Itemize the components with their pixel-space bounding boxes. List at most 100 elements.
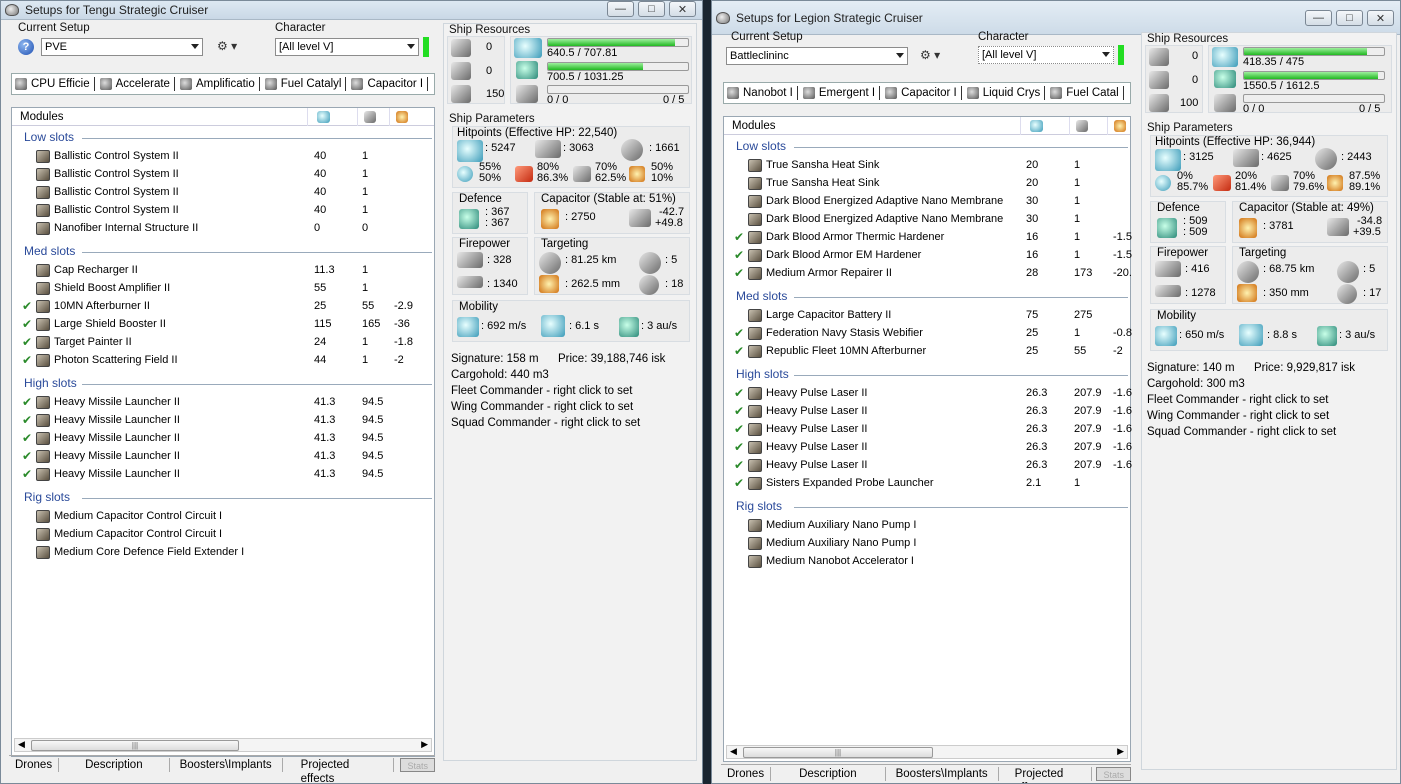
power-column-icon[interactable] — [1076, 120, 1088, 132]
tab-subsystem-4[interactable]: Fuel Catalyl — [262, 77, 347, 91]
module-row[interactable]: ✔ Medium Armor Repairer II 28 173 -20. — [734, 265, 1132, 283]
title-bar[interactable]: Setups for Legion Strategic Cruiser — □ … — [712, 1, 1400, 35]
check-icon[interactable]: ✔ — [22, 335, 34, 349]
tab-subsystem-3[interactable]: Capacitor I — [882, 86, 962, 100]
check-icon[interactable]: ✔ — [734, 476, 746, 490]
module-row[interactable]: Medium Auxiliary Nano Pump I — [734, 517, 1129, 535]
module-row[interactable]: Large Capacitor Battery II 75 275 — [734, 307, 1129, 325]
scrollbar-thumb[interactable]: ||| — [743, 747, 933, 758]
maximize-button[interactable]: □ — [638, 1, 665, 17]
scroll-left-icon[interactable]: ◀ — [730, 746, 737, 757]
module-row[interactable]: ✔ Target Painter II 24 1 -1.8 — [22, 334, 417, 352]
check-icon[interactable]: ✔ — [734, 326, 746, 340]
tab-stats[interactable]: Stats — [1096, 766, 1131, 781]
check-icon[interactable]: ✔ — [734, 248, 746, 262]
check-icon[interactable]: ✔ — [734, 458, 746, 472]
module-row[interactable]: ✔ Heavy Pulse Laser II 26.3 207.9 -1.6 — [734, 385, 1132, 403]
tab-subsystem-2[interactable]: Emergent I — [800, 86, 881, 100]
setup-select[interactable]: Battleclininc — [726, 47, 908, 65]
module-row[interactable]: Medium Core Defence Field Extender I — [22, 544, 417, 562]
check-icon[interactable]: ✔ — [734, 266, 746, 280]
wing-commander-slot[interactable]: Wing Commander - right click to set — [451, 401, 633, 413]
tab-projected-effects[interactable]: Projected effects — [999, 766, 1093, 783]
power-column-icon[interactable] — [364, 111, 376, 123]
tab-subsystem-1[interactable]: CPU Efficie — [12, 77, 95, 91]
tab-subsystem-3[interactable]: Amplificatio — [177, 77, 260, 91]
scroll-left-icon[interactable]: ◀ — [18, 739, 25, 750]
module-row[interactable]: Cap Recharger II 11.3 1 — [22, 262, 417, 280]
check-icon[interactable]: ✔ — [734, 440, 746, 454]
scroll-right-icon[interactable]: ▶ — [1117, 746, 1124, 757]
modules-column-header[interactable]: Modules — [732, 120, 775, 132]
check-icon[interactable]: ✔ — [734, 404, 746, 418]
close-button[interactable]: ✕ — [1367, 10, 1394, 26]
module-row[interactable]: ✔ Photon Scattering Field II 44 1 -2 — [22, 352, 417, 370]
check-icon[interactable]: ✔ — [22, 467, 34, 481]
horizontal-scrollbar[interactable]: ◀ ||| ▶ — [726, 745, 1128, 759]
module-row[interactable]: ✔ Sisters Expanded Probe Launcher 2.1 1 — [734, 475, 1129, 493]
module-row[interactable]: ✔ Republic Fleet 10MN Afterburner 25 55 -2 — [734, 343, 1129, 361]
close-button[interactable]: ✕ — [669, 1, 696, 17]
module-row[interactable]: ✔ Dark Blood Armor Thermic Hardener 16 1 -1.… — [734, 229, 1132, 247]
tab-drones[interactable]: Drones — [9, 757, 60, 772]
tab-boosters-implants[interactable]: Boosters\Implants — [170, 757, 283, 772]
module-row[interactable]: Ballistic Control System II 40 1 — [22, 166, 417, 184]
module-row[interactable]: ✔ Heavy Pulse Laser II 26.3 207.9 -1.6 — [734, 439, 1132, 457]
module-row[interactable]: ✔ Heavy Missile Launcher II 41.3 94.5 — [22, 394, 417, 412]
module-row[interactable]: Medium Capacitor Control Circuit I — [22, 526, 417, 544]
capacitor-column-icon[interactable] — [1114, 120, 1126, 132]
minimize-button[interactable]: — — [1305, 10, 1332, 26]
squad-commander-slot[interactable]: Squad Commander - right click to set — [451, 417, 640, 429]
module-row[interactable]: ✔ Heavy Missile Launcher II 41.3 94.5 — [22, 430, 417, 448]
module-row[interactable]: Dark Blood Energized Adaptive Nano Membr… — [734, 211, 1129, 229]
module-row[interactable]: True Sansha Heat Sink 20 1 — [734, 175, 1129, 193]
fleet-commander-slot[interactable]: Fleet Commander - right click to set — [1147, 394, 1329, 406]
module-row[interactable]: ✔ Heavy Missile Launcher II 41.3 94.5 — [22, 412, 417, 430]
check-icon[interactable]: ✔ — [22, 431, 34, 445]
tab-projected-effects[interactable]: Projected effects — [283, 757, 395, 783]
module-row[interactable]: Medium Nanobot Accelerator I — [734, 553, 1129, 571]
check-icon[interactable]: ✔ — [734, 230, 746, 244]
fleet-commander-slot[interactable]: Fleet Commander - right click to set — [451, 385, 633, 397]
module-row[interactable]: ✔ Dark Blood Armor EM Hardener 16 1 -1.5 — [734, 247, 1132, 265]
capacitor-column-icon[interactable] — [396, 111, 408, 123]
check-icon[interactable]: ✔ — [734, 386, 746, 400]
tab-subsystem-1[interactable]: Nanobot I — [724, 86, 798, 100]
minimize-button[interactable]: — — [607, 1, 634, 17]
squad-commander-slot[interactable]: Squad Commander - right click to set — [1147, 426, 1336, 438]
module-row[interactable]: Nanofiber Internal Structure II 0 0 — [22, 220, 417, 238]
setup-menu-button[interactable]: ⚙ ▾ — [217, 39, 237, 53]
module-row[interactable]: ✔ Heavy Pulse Laser II 26.3 207.9 -1.6 — [734, 457, 1132, 475]
cpu-column-icon[interactable] — [1030, 120, 1043, 132]
character-select[interactable]: [All level V] — [275, 38, 419, 56]
module-row[interactable]: Ballistic Control System II 40 1 — [22, 148, 417, 166]
tab-subsystem-5[interactable]: Capacitor I — [348, 77, 429, 91]
tab-description[interactable]: Description — [771, 766, 886, 781]
module-row[interactable]: ✔ Large Shield Booster II 115 165 -36 — [22, 316, 417, 334]
scrollbar-thumb[interactable]: ||| — [31, 740, 239, 751]
tab-subsystem-4[interactable]: Liquid Crys — [964, 86, 1046, 100]
module-row[interactable]: Medium Capacitor Control Circuit I — [22, 508, 417, 526]
check-icon[interactable]: ✔ — [734, 344, 746, 358]
title-bar[interactable]: Setups for Tengu Strategic Cruiser — □ ✕ — [1, 1, 702, 20]
setup-select[interactable]: PVE — [41, 38, 203, 56]
modules-column-header[interactable]: Modules — [20, 111, 63, 123]
module-row[interactable]: ✔ Heavy Missile Launcher II 41.3 94.5 — [22, 466, 417, 484]
tab-stats[interactable]: Stats — [400, 757, 435, 772]
check-icon[interactable]: ✔ — [22, 413, 34, 427]
tab-description[interactable]: Description — [59, 757, 170, 772]
check-icon[interactable]: ✔ — [734, 422, 746, 436]
tab-boosters-implants[interactable]: Boosters\Implants — [886, 766, 999, 781]
scroll-right-icon[interactable]: ▶ — [421, 739, 428, 750]
tab-subsystem-5[interactable]: Fuel Catal — [1047, 86, 1124, 100]
module-row[interactable]: ✔ Federation Navy Stasis Webifier 25 1 -0.8 — [734, 325, 1132, 343]
check-icon[interactable]: ✔ — [22, 299, 34, 313]
setup-menu-button[interactable]: ⚙ ▾ — [920, 48, 940, 62]
character-select[interactable]: [All level V] — [978, 46, 1114, 64]
module-row[interactable]: Shield Boost Amplifier II 55 1 — [22, 280, 417, 298]
maximize-button[interactable]: □ — [1336, 10, 1363, 26]
horizontal-scrollbar[interactable]: ◀ ||| ▶ — [14, 738, 432, 752]
module-row[interactable]: Dark Blood Energized Adaptive Nano Membr… — [734, 193, 1129, 211]
module-row[interactable]: True Sansha Heat Sink 20 1 — [734, 157, 1129, 175]
tab-subsystem-2[interactable]: Accelerate — [97, 77, 175, 91]
